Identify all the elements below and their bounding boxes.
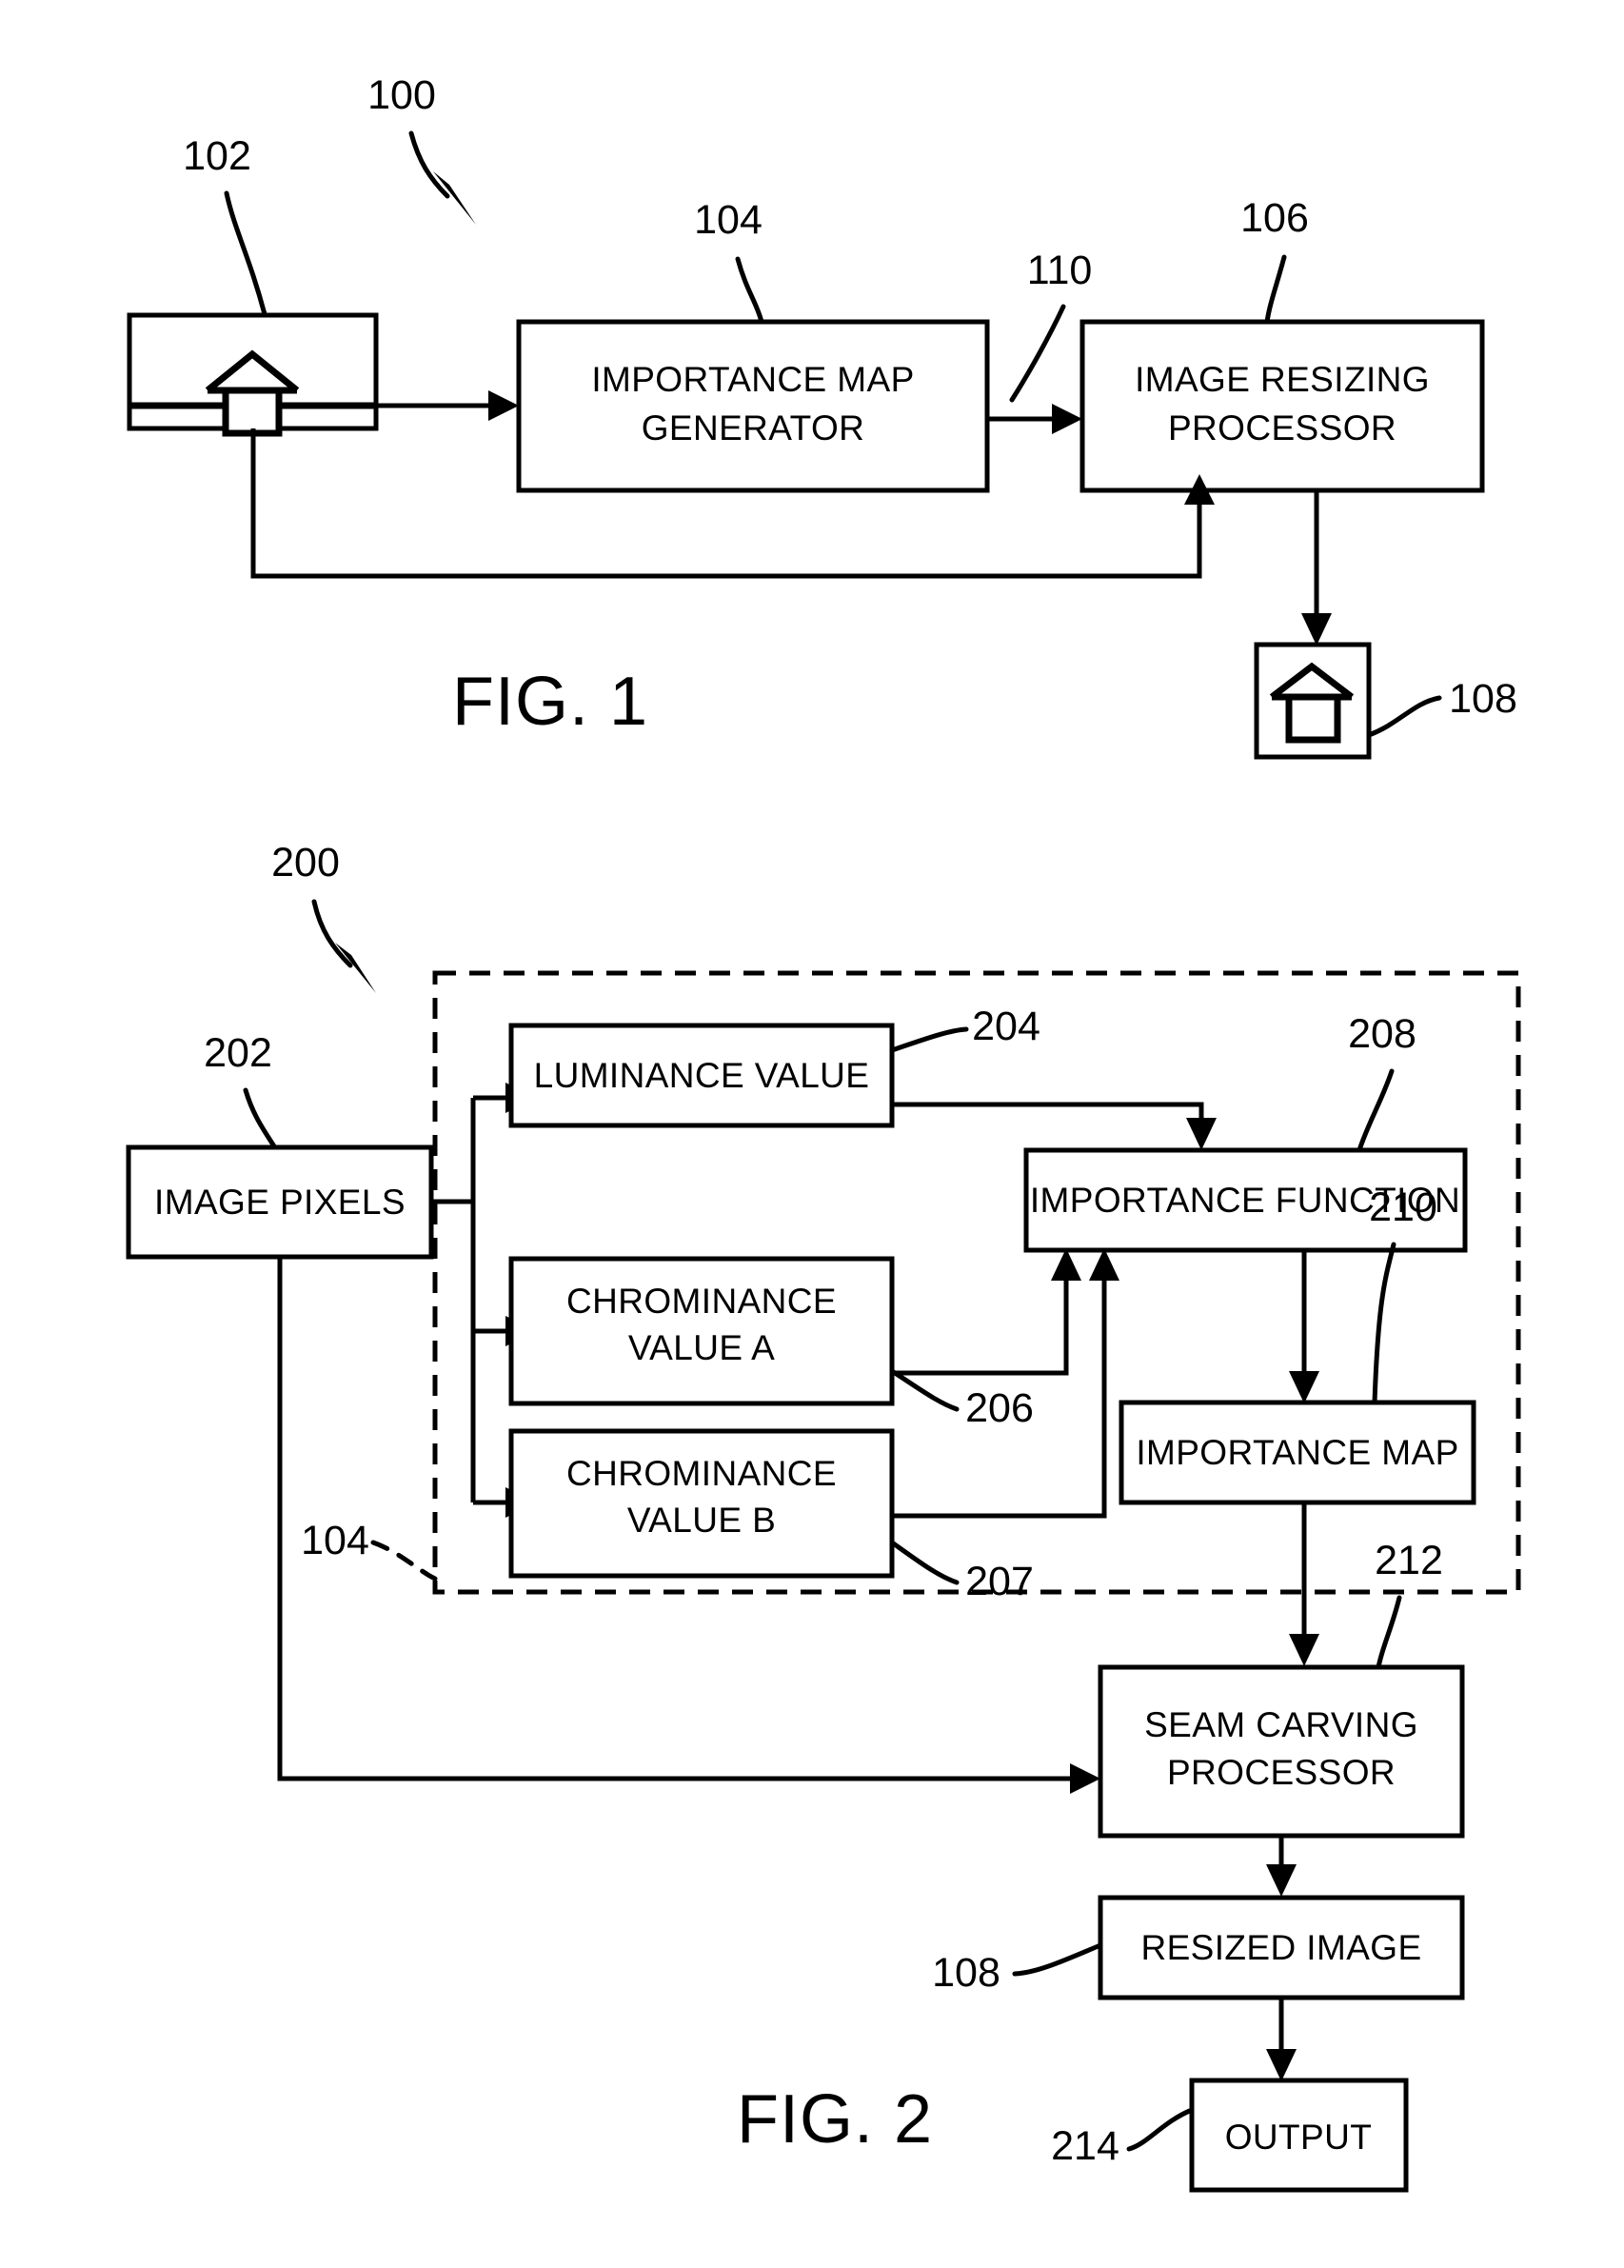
figure-1-group: 100 102 104 IMPORTANCE MAP GENERATOR 110… [127,72,1517,760]
ref-label-100: 100 [367,72,436,118]
box-204-label: LUMINANCE VALUE [534,1056,870,1095]
figure-2-group: 200 104 202 IMAGE PIXELS LUMINANCE VALUE… [126,840,1521,2193]
connector-206-to-208 [892,1281,1069,1376]
leader-line-104 [735,256,764,325]
box-210-label: IMPORTANCE MAP [1136,1433,1458,1472]
arrowhead-210-to-212 [1289,1634,1319,1666]
box-206-label-line1: CHROMINANCE [566,1282,837,1321]
leader-line-106 [1264,254,1287,325]
box-106-label-line1: IMAGE RESIZING [1135,360,1430,399]
ref-label-104: 104 [694,197,762,243]
seam-carving-processor-box-212[interactable] [1098,1664,1465,1839]
leader-line-210 [1372,1242,1396,1405]
box-104-label-line2: GENERATOR [642,408,865,448]
arrowhead-100 [433,171,476,225]
leader-line-214 [1126,2107,1195,2152]
ref-label-202: 202 [204,1030,272,1076]
box-207-label-line2: VALUE B [627,1501,776,1540]
leader-line-208 [1357,1068,1395,1153]
box-214-label: OUTPUT [1225,2118,1373,2157]
box-207-label-line1: CHROMINANCE [566,1454,837,1493]
leader-line-207 [889,1540,960,1585]
house-body-icon-108 [1285,693,1341,744]
ref-label-207: 207 [965,1559,1034,1604]
ref-label-214: 214 [1051,2123,1119,2169]
image-resizing-processor-box-106[interactable] [1079,319,1485,493]
ref-label-110: 110 [1027,248,1093,293]
arrowhead-206-to-208 [1051,1248,1081,1281]
ref-label-210: 210 [1369,1184,1437,1230]
box-202-label: IMAGE PIXELS [154,1183,406,1222]
arrowhead-108-to-214 [1266,2049,1297,2081]
ref-label-102: 102 [183,133,251,179]
patent-figure-canvas: 100 102 104 IMPORTANCE MAP GENERATOR 110… [126,72,1521,2193]
arrowhead-104-to-106 [1052,404,1082,434]
leader-line-204 [889,1026,969,1053]
box-106-label-line2: PROCESSOR [1168,408,1396,448]
importance-map-generator-box-104[interactable] [516,319,990,493]
arrowhead-106-to-108 [1301,613,1332,646]
arrowhead-102-to-104 [488,390,519,421]
ref-label-108-fig2: 108 [932,1950,1000,1996]
ref-label-200: 200 [271,840,340,885]
arrowhead-204-to-208 [1186,1118,1217,1150]
arrowhead-212-to-108 [1266,1864,1297,1897]
leader-line-110 [1009,304,1066,403]
leader-line-108-fig2 [1012,1942,1103,1977]
ref-label-108-fig1: 108 [1449,676,1517,722]
leader-line-108 [1366,695,1442,738]
arrowhead-207-to-208 [1089,1248,1119,1281]
arrowhead-200 [335,943,376,993]
ref-label-204: 204 [972,1004,1040,1049]
leader-line-206 [889,1368,960,1412]
box-212-label-line2: PROCESSOR [1167,1753,1396,1792]
leader-line-100 [408,130,450,199]
figure-1-title: FIG. 1 [452,664,648,740]
leader-line-104-fig2 [370,1540,438,1582]
leader-line-102 [224,190,267,317]
ref-label-104-fig2: 104 [301,1518,369,1563]
box-212-label-line1: SEAM CARVING [1144,1705,1418,1744]
box-108-label: RESIZED IMAGE [1140,1928,1421,1967]
leader-line-202 [243,1087,277,1149]
arrowhead-202-to-212 [1070,1763,1100,1794]
leader-line-200 [311,899,353,968]
connector-204-to-208 [892,1102,1204,1118]
patent-drawing-sheet: 100 102 104 IMPORTANCE MAP GENERATOR 110… [0,0,1624,2268]
ref-label-106: 106 [1240,195,1309,241]
box-206-label-line2: VALUE A [628,1328,775,1367]
arrowhead-208-to-210 [1289,1371,1319,1403]
leader-line-212 [1376,1595,1402,1670]
box-104-label-line1: IMPORTANCE MAP [591,360,914,399]
ref-label-206: 206 [965,1385,1034,1431]
house-body-icon [222,387,283,437]
ref-label-212: 212 [1375,1538,1443,1583]
figure-2-title: FIG. 2 [737,2081,933,2158]
ref-label-208: 208 [1348,1011,1416,1057]
